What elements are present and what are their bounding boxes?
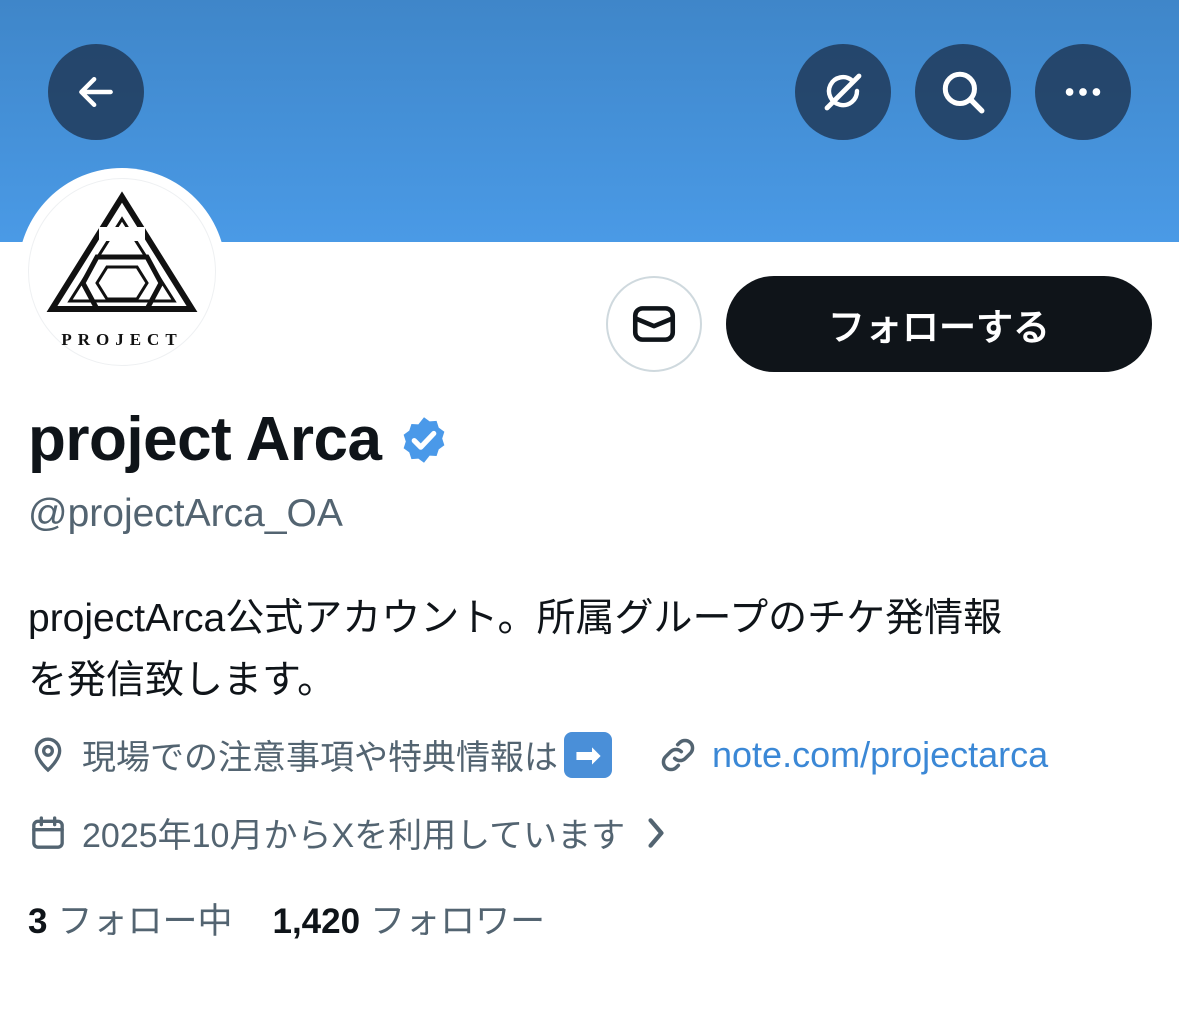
followers-label: フォロワー xyxy=(370,902,546,941)
follow-stats: 3 フォロー中 1,420 フォロワー xyxy=(28,893,545,944)
location-text: 現場での注意事項や特典情報は xyxy=(82,739,558,777)
profile-link-text[interactable]: note.com/projectarca xyxy=(712,734,1048,776)
profile-handle: @projectArca_OA xyxy=(28,492,343,535)
grok-button[interactable] xyxy=(795,44,891,140)
link-icon xyxy=(661,738,695,771)
bio-line: projectArca公式アカウント。所属グループのチケ発情報 xyxy=(28,597,1003,640)
grok-icon xyxy=(824,73,862,111)
following-label: フォロー中 xyxy=(57,902,233,941)
profile-link[interactable]: note.com/projectarca xyxy=(658,734,1048,776)
more-button[interactable] xyxy=(1035,44,1131,140)
chevron-right-icon xyxy=(648,817,664,848)
following-count: 3 xyxy=(28,902,48,941)
bio-line: を発信致します。 xyxy=(28,659,337,702)
right-arrow-emoji-icon: ➡ xyxy=(564,731,612,778)
more-horizontal-icon xyxy=(1065,88,1101,96)
arrow-left-icon xyxy=(79,76,113,108)
display-name: project Arca xyxy=(28,405,382,474)
search-button[interactable] xyxy=(915,44,1011,140)
search-icon xyxy=(942,71,985,114)
joined-date-row[interactable]: 2025年10月からXを利用しています xyxy=(28,808,669,857)
avatar[interactable]: PROJECT xyxy=(18,168,226,376)
svg-text:PROJECT: PROJECT xyxy=(61,330,182,349)
profile-bio: projectArca公式アカウント。所属グループのチケ発情報 を発信致します。 xyxy=(28,588,1148,712)
back-button[interactable] xyxy=(48,44,144,140)
message-button[interactable] xyxy=(606,276,702,372)
joined-date-text: 2025年10月からXを利用しています xyxy=(82,817,626,855)
name-row: project Arca xyxy=(28,404,450,475)
avatar-logo: PROJECT xyxy=(28,178,216,366)
followers-count: 1,420 xyxy=(272,902,361,941)
location-pin-icon xyxy=(34,737,62,772)
follow-button[interactable]: フォローする xyxy=(726,276,1152,372)
follow-button-label: フォローする xyxy=(828,307,1050,348)
profile-meta-location-link: 現場での注意事項や特典情報は ➡ note.com/projectarca xyxy=(28,730,1048,779)
following-stat[interactable]: 3 フォロー中 xyxy=(28,893,232,944)
project-arca-logo: PROJECT xyxy=(46,191,198,349)
calendar-icon xyxy=(32,815,64,849)
envelope-icon xyxy=(632,306,676,342)
verified-badge-icon[interactable] xyxy=(398,414,450,466)
followers-stat[interactable]: 1,420 フォロワー xyxy=(272,893,545,944)
